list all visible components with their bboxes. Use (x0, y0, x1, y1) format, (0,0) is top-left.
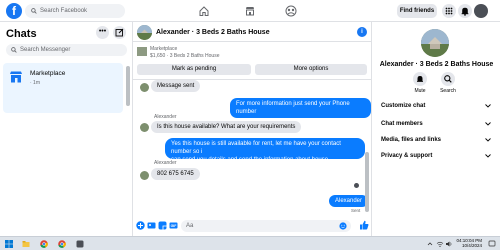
chevron-down-icon[interactable] (485, 138, 491, 142)
chat-scrollbar[interactable] (365, 152, 369, 212)
conversation-details-panel: Alexander · 3 Beds 2 Baths House Mute Se… (371, 22, 500, 236)
messenger-app: f Search Facebook Find friends Chats •••… (0, 0, 500, 250)
chat-members-section[interactable]: Chat members (381, 120, 423, 128)
privacy-support-section[interactable]: Privacy & support (381, 152, 432, 160)
customize-chat-section[interactable]: Customize chat (381, 102, 425, 110)
file-explorer-icon[interactable] (22, 240, 30, 248)
search-label: Search (440, 88, 456, 94)
home-icon[interactable] (198, 5, 210, 17)
taskbar-clock[interactable]: 04:10:04 PM 10/4/2024 (452, 238, 482, 248)
chrome-icon[interactable] (40, 240, 48, 248)
groups-icon[interactable] (285, 5, 297, 17)
chat-window: Alexander · 3 Beds 2 Baths House i Marke… (133, 22, 371, 236)
facebook-search-input[interactable]: Search Facebook (25, 4, 125, 18)
message-input[interactable]: Aa (181, 220, 351, 232)
chats-title: Chats (6, 28, 37, 40)
gif-icon[interactable]: GIF (169, 221, 178, 230)
chat-title[interactable]: Alexander · 3 Beds 2 Baths House (156, 28, 270, 37)
sender-avatar (140, 123, 149, 132)
notifications-icon[interactable] (488, 240, 496, 248)
windows-start-icon[interactable] (5, 240, 13, 248)
more-options-button[interactable]: More options (255, 64, 367, 75)
message-bubble-outgoing: Yes this house is still available for re… (165, 138, 365, 163)
sender-avatar (140, 83, 149, 92)
chrome-icon[interactable] (58, 240, 66, 248)
marketplace-listing-bar: Marketplace $1,650 · 3 Beds 2 Baths Hous… (133, 42, 371, 80)
sticker-icon[interactable] (158, 221, 167, 230)
listing-info[interactable]: $1,650 · 3 Beds 2 Baths House (150, 53, 220, 59)
clock-date: 10/4/2024 (461, 243, 482, 248)
sender-name: Alexander (154, 114, 177, 120)
facebook-logo[interactable]: f (6, 3, 22, 19)
message-bubble-incoming: Is this house available? What are your r… (151, 121, 302, 133)
profile-avatar[interactable] (474, 4, 488, 18)
photo-icon[interactable] (147, 221, 156, 230)
chat-avatar[interactable] (137, 25, 152, 40)
compose-icon (115, 28, 124, 37)
listing-thumbnail[interactable] (137, 47, 147, 56)
messenger-search-input[interactable]: Search Messenger (6, 44, 127, 56)
emoji-icon[interactable] (339, 222, 347, 230)
mute-label: Mute (414, 88, 426, 94)
svg-text:GIF: GIF (171, 224, 178, 228)
thumbs-up-icon[interactable] (359, 220, 369, 230)
grid-icon (445, 7, 453, 15)
menu-grid-button[interactable] (442, 4, 456, 18)
media-files-links-section[interactable]: Media, files and links (381, 136, 441, 144)
message-placeholder: Aa (186, 223, 194, 229)
conversation-item-marketplace[interactable]: Marketplace · 1m (3, 63, 123, 113)
sender-name: Alexander (154, 160, 177, 166)
more-options-button[interactable]: ••• (96, 26, 109, 39)
conversation-name: Alexander · 3 Beds 2 Baths House (379, 61, 494, 68)
chat-header: Alexander · 3 Beds 2 Baths House i (133, 22, 371, 42)
message-text-line: Yes this house is still available for re… (171, 141, 341, 155)
message-bubble-outgoing: Alexander (329, 195, 369, 207)
sent-status: Sent (351, 208, 361, 213)
ellipsis-icon: ••• (98, 28, 107, 35)
marketplace-label: Marketplace (150, 46, 178, 52)
house-photo (421, 29, 449, 57)
search-icon (31, 8, 37, 14)
info-icon[interactable]: i (357, 27, 367, 37)
house-photo (137, 25, 152, 40)
plus-icon[interactable] (136, 221, 145, 230)
chevron-down-icon[interactable] (485, 154, 491, 158)
conversation-name: Marketplace (30, 70, 66, 77)
bell-icon (417, 76, 423, 82)
mute-button[interactable] (413, 72, 427, 86)
search-icon (11, 47, 17, 53)
message-composer: GIF Aa (133, 217, 371, 236)
find-friends-button[interactable]: Find friends (397, 4, 437, 18)
wifi-icon[interactable] (436, 240, 444, 248)
sidebar-scrollbar[interactable] (126, 66, 130, 106)
chats-sidebar: Chats ••• Search Messenger Marketplace ·… (0, 22, 133, 236)
message-bubble-outgoing: For more information just send your Phon… (230, 98, 371, 118)
search-placeholder: Search Messenger (20, 47, 71, 53)
marketplace-icon (10, 71, 22, 83)
top-navigation-bar: f Search Facebook Find friends (0, 0, 500, 22)
chevron-down-icon[interactable] (485, 104, 491, 108)
marketplace-icon[interactable] (244, 5, 256, 17)
sender-avatar (140, 171, 149, 180)
search-conversation-button[interactable] (441, 72, 455, 86)
message-bubble-incoming: 802 675 6745 (151, 168, 200, 180)
message-bubble-incoming: Message sent (151, 80, 201, 92)
mark-pending-button[interactable]: Mark as pending (137, 64, 251, 75)
conversation-avatar[interactable] (421, 29, 449, 57)
search-placeholder: Search Facebook (40, 8, 88, 14)
new-message-button[interactable] (113, 26, 126, 39)
message-text-line: can send you details and send the inform… (171, 157, 330, 163)
conversation-time: · 1m (30, 80, 40, 86)
notifications-button[interactable] (458, 4, 472, 18)
app-icon[interactable] (76, 240, 84, 248)
chevron-up-icon[interactable] (426, 240, 434, 248)
chevron-down-icon[interactable] (485, 122, 491, 126)
search-icon (444, 75, 452, 83)
bell-icon (461, 7, 469, 16)
read-receipt-avatar (354, 183, 359, 188)
windows-taskbar: 04:10:04 PM 10/4/2024 (0, 236, 500, 250)
